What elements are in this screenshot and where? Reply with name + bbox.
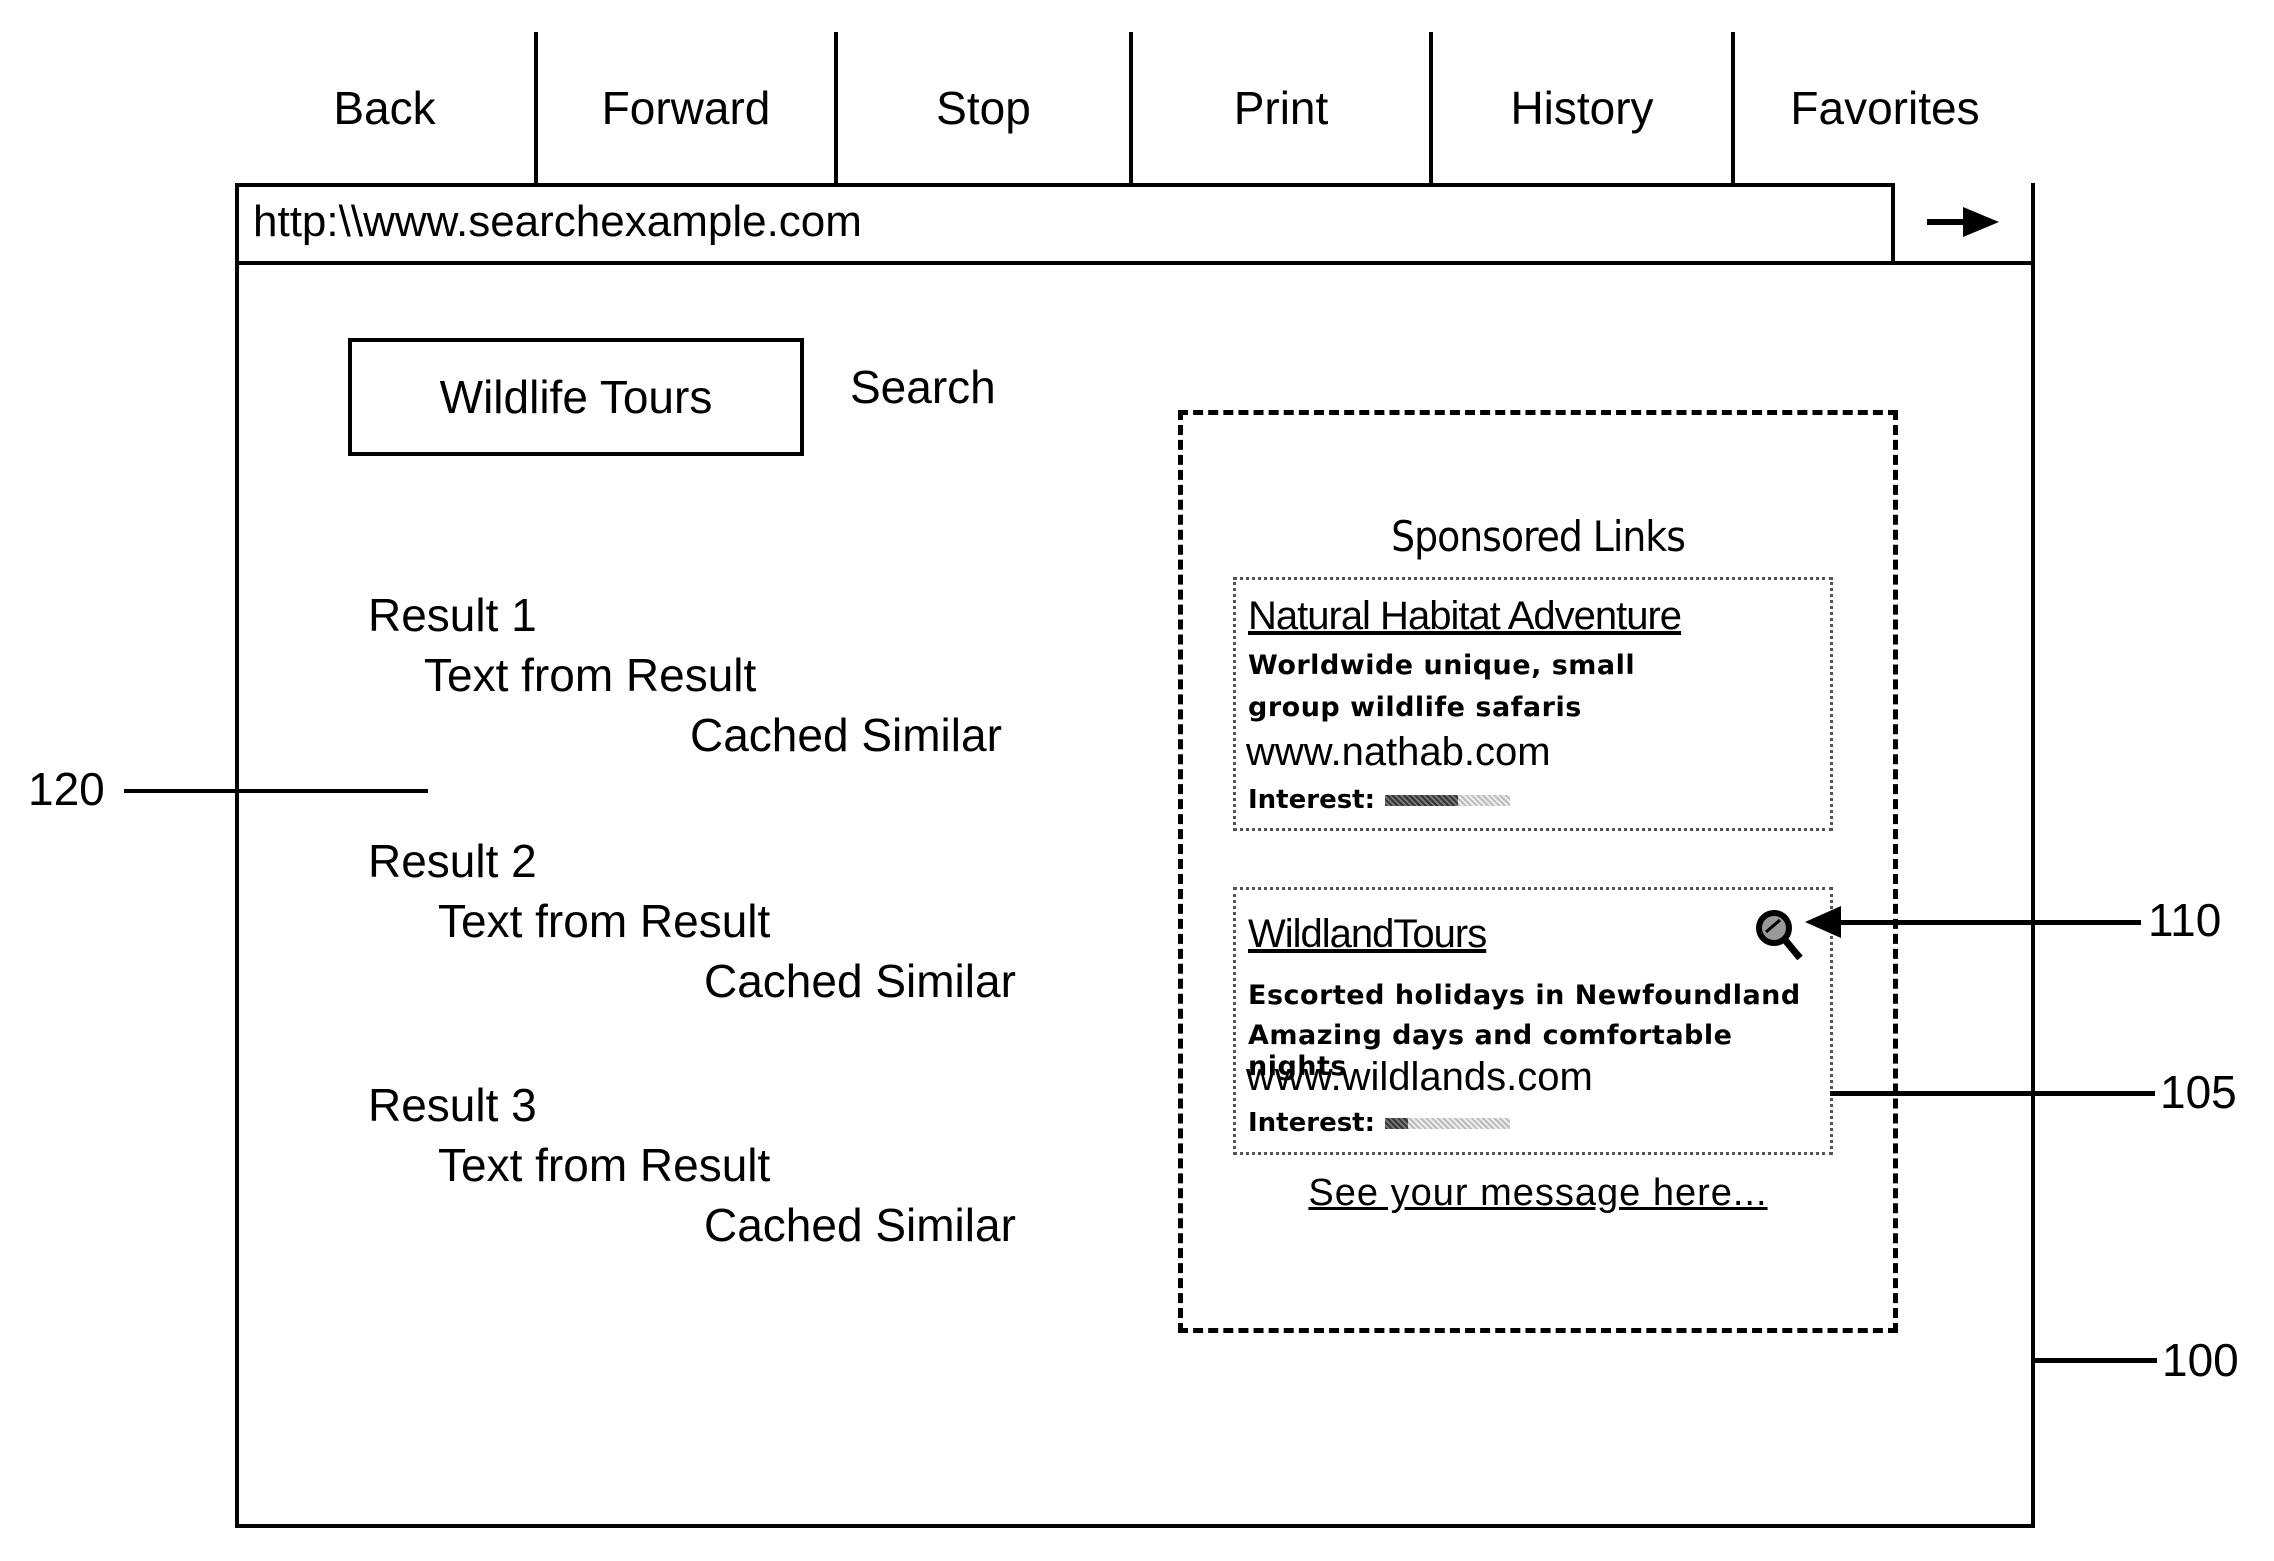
leader-line-120 <box>124 789 428 793</box>
reference-label-110: 110 <box>2148 894 2222 946</box>
search-button[interactable]: Search <box>850 360 996 414</box>
ad-2-title-link[interactable]: WildlandTours <box>1248 912 1487 957</box>
ad-2-interest-bar-fill <box>1385 1117 1408 1129</box>
favorites-button[interactable]: Favorites <box>1735 32 2035 183</box>
ad-natural-habitat[interactable]: Natural Habitat Adventure Worldwide uniq… <box>1233 577 1833 831</box>
advertise-here-link[interactable]: See your message here... <box>1178 1172 1898 1215</box>
reference-label-120: 120 <box>28 763 105 815</box>
browser-toolbar: Back Forward Stop Print History Favorite… <box>235 32 2035 187</box>
result-1-title[interactable]: Result 1 <box>368 588 537 642</box>
magnifier-icon[interactable] <box>1754 908 1806 964</box>
ad-1-url[interactable]: www.nathab.com <box>1246 730 1551 775</box>
result-1-cached-similar-links[interactable]: Cached Similar <box>690 708 1002 762</box>
result-2-title[interactable]: Result 2 <box>368 834 537 888</box>
ad-1-description-line-2: group wildlife safaris <box>1248 692 1582 723</box>
stop-label: Stop <box>936 81 1031 134</box>
go-button[interactable] <box>1891 183 2031 261</box>
history-label: History <box>1510 81 1654 134</box>
leader-line-100 <box>2033 1358 2157 1363</box>
ad-2-interest: Interest: <box>1248 1108 1511 1138</box>
forward-button[interactable]: Forward <box>538 32 838 183</box>
ad-2-description-line-1: Escorted holidays in Newfoundland <box>1248 980 1801 1011</box>
favorites-label: Favorites <box>1790 81 1980 134</box>
result-2-text: Text from Result <box>438 895 771 947</box>
reference-label-105: 105 <box>2160 1066 2237 1118</box>
sponsored-links-heading: Sponsored Links <box>1391 512 1686 561</box>
result-3-title[interactable]: Result 3 <box>368 1078 537 1132</box>
back-button[interactable]: Back <box>235 32 538 183</box>
url-input[interactable] <box>239 183 1891 261</box>
stop-button[interactable]: Stop <box>838 32 1133 183</box>
address-bar <box>235 183 2035 265</box>
ad-1-title-link[interactable]: Natural Habitat Adventure <box>1248 594 1682 639</box>
result-3-cached-similar-links[interactable]: Cached Similar <box>704 1198 1016 1252</box>
right-arrow-icon <box>1927 207 1999 237</box>
ad-wildland-tours[interactable]: WildlandTours Escorted holidays in Newfo… <box>1233 887 1833 1155</box>
history-button[interactable]: History <box>1433 32 1735 183</box>
leader-arrow-110 <box>1805 906 2141 938</box>
result-1-text: Text from Result <box>424 649 757 701</box>
forward-label: Forward <box>601 81 771 134</box>
reference-label-100: 100 <box>2162 1334 2239 1386</box>
result-3-text: Text from Result <box>438 1139 771 1191</box>
print-button[interactable]: Print <box>1133 32 1433 183</box>
result-2-cached-similar-links[interactable]: Cached Similar <box>704 954 1016 1008</box>
ad-2-url[interactable]: www.wildlands.com <box>1246 1055 1593 1100</box>
ad-1-interest: Interest: <box>1248 785 1511 815</box>
print-label: Print <box>1233 81 1329 134</box>
ad-2-interest-bar <box>1385 1117 1511 1129</box>
ad-1-description-line-1: Worldwide unique, small <box>1248 650 1636 681</box>
ad-1-interest-bar <box>1385 794 1511 806</box>
ad-2-interest-label: Interest: <box>1248 1108 1376 1138</box>
back-label: Back <box>333 81 436 134</box>
search-input[interactable] <box>348 338 804 456</box>
ad-1-interest-label: Interest: <box>1248 785 1376 815</box>
leader-line-105 <box>1830 1091 2155 1096</box>
ad-1-interest-bar-fill <box>1385 794 1458 806</box>
